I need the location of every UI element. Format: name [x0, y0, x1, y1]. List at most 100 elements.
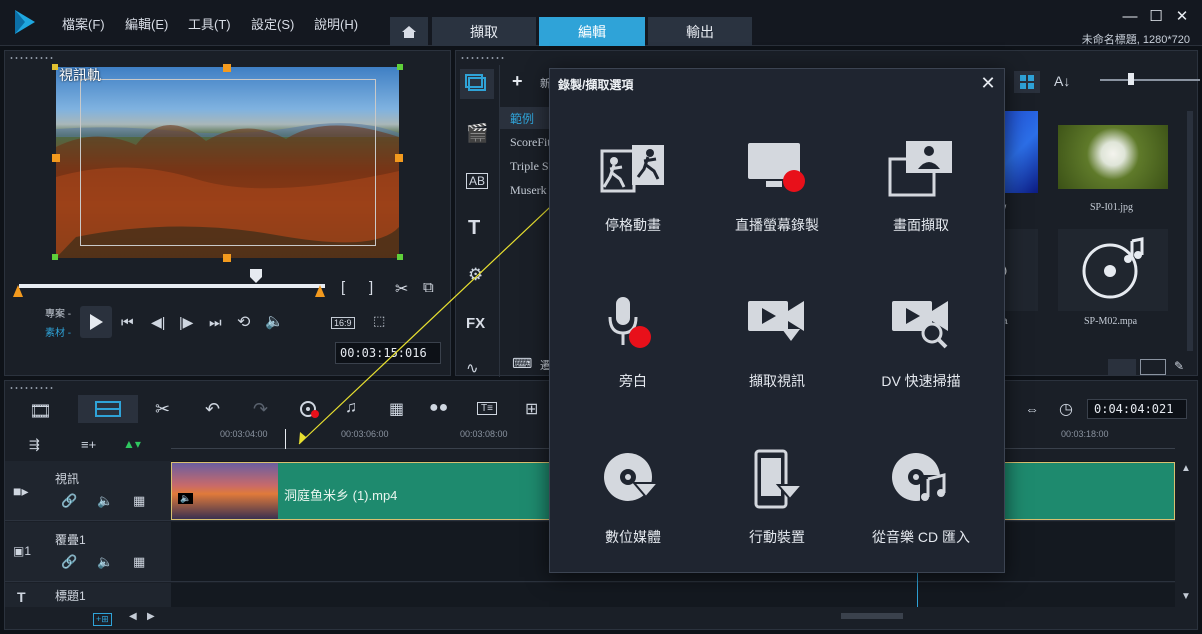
redo-icon[interactable]: ↷	[253, 399, 268, 420]
sort-icon[interactable]: A↓	[1054, 73, 1070, 89]
preview-video[interactable]	[56, 67, 399, 258]
resize-handle[interactable]	[52, 64, 58, 70]
track-manager-icon[interactable]: ⇶	[29, 437, 40, 453]
scroll-down-icon[interactable]: ▼	[1181, 591, 1191, 602]
timecode-display[interactable]: 00:03:15:016	[335, 342, 441, 364]
visibility-grid-icon[interactable]: ▦	[133, 493, 145, 509]
library-thumbnail[interactable]	[1058, 125, 1168, 189]
path-icon[interactable]: ∿	[466, 359, 479, 377]
menu-help[interactable]: 說明(H)	[314, 14, 358, 33]
storyboard-view-icon[interactable]: 🎞	[29, 401, 52, 422]
title-icon[interactable]: T	[468, 217, 480, 240]
slider-handle[interactable]	[1128, 73, 1134, 85]
tab-edit[interactable]: 編輯	[539, 17, 645, 46]
category-examples[interactable]: 範例	[510, 110, 534, 127]
graphics-icon[interactable]: ⚙	[468, 265, 483, 285]
media-library-icon[interactable]	[460, 69, 494, 99]
instant-project-icon[interactable]: 🎬	[466, 123, 488, 144]
multi-camera-icon[interactable]: ⊞	[525, 399, 538, 419]
auto-music-icon[interactable]: ▦	[389, 399, 404, 419]
go-to-start-icon[interactable]: ⏮	[121, 314, 134, 331]
repeat-icon[interactable]: ⟲	[237, 312, 250, 332]
track-volume-icon[interactable]: 🔈	[97, 493, 113, 509]
option-digital-media[interactable]: 數位媒體	[558, 437, 708, 557]
mark-out-marker[interactable]	[315, 285, 325, 297]
dialog-close-button[interactable]: ✕	[978, 73, 998, 93]
category-item[interactable]: Triple S	[510, 159, 549, 174]
maximize-button[interactable]: ☐	[1147, 8, 1165, 26]
menu-file[interactable]: 檔案(F)	[62, 14, 105, 33]
duration-clock-icon[interactable]: ◷	[1059, 399, 1073, 419]
option-voice-over[interactable]: 旁白	[558, 281, 708, 401]
resize-handle[interactable]	[52, 154, 60, 162]
filter-icon[interactable]: FX	[466, 315, 485, 332]
category-item[interactable]: ScoreFit	[510, 135, 551, 150]
playhead-marker[interactable]	[250, 269, 262, 283]
option-import-audio-cd[interactable]: 從音樂 CD 匯入	[846, 437, 996, 557]
grid-view-button[interactable]	[1014, 71, 1040, 93]
scrub-bar[interactable]	[19, 284, 325, 288]
tab-capture[interactable]: 擷取	[432, 17, 536, 46]
mark-out-button[interactable]: ]	[369, 279, 373, 296]
option-stop-motion[interactable]: 停格動畫	[558, 125, 708, 245]
scissors-icon[interactable]: ✂	[395, 279, 408, 299]
transition-icon[interactable]: AB	[466, 173, 489, 189]
undo-icon[interactable]: ↶	[205, 399, 220, 420]
close-window-button[interactable]: ✕	[1173, 8, 1191, 26]
resize-handle[interactable]	[223, 254, 231, 262]
resize-handle[interactable]	[395, 154, 403, 162]
tab-home[interactable]	[390, 17, 428, 46]
menu-tools[interactable]: 工具(T)	[188, 14, 231, 33]
tools-icon[interactable]: ✂	[155, 399, 170, 420]
timeline-playhead[interactable]	[285, 429, 286, 449]
link-icon[interactable]: 🔗	[61, 554, 77, 570]
option-snapshot[interactable]: 畫面擷取	[846, 125, 996, 245]
add-chapter-icon[interactable]: ≡+	[81, 437, 96, 452]
browse-icon[interactable]: ⌨	[512, 355, 532, 372]
mode-project[interactable]: 專案 -	[45, 305, 71, 320]
resize-handle[interactable]	[223, 64, 231, 72]
track-volume-icon[interactable]: 🔈	[97, 554, 113, 570]
visibility-grid-icon[interactable]: ▦	[133, 554, 145, 570]
menu-settings[interactable]: 設定(S)	[251, 14, 294, 33]
option-live-screen-capture[interactable]: 直播螢幕錄製	[702, 125, 852, 245]
show-options-button[interactable]	[1140, 359, 1166, 375]
record-capture-button[interactable]	[299, 399, 321, 421]
add-button[interactable]: +	[512, 71, 523, 92]
resize-handle[interactable]	[52, 254, 58, 260]
link-icon[interactable]: 🔗	[61, 493, 77, 509]
title-track-lane[interactable]	[171, 583, 1175, 607]
timeline-vertical-scrollbar[interactable]	[1177, 461, 1193, 607]
edit-icon[interactable]: ✎	[1174, 359, 1184, 373]
mark-in-marker[interactable]	[13, 285, 23, 297]
aspect-ratio-button[interactable]: 16:9	[331, 317, 355, 329]
previous-frame-icon[interactable]: ◀|	[151, 314, 165, 331]
menu-edit[interactable]: 編輯(E)	[125, 14, 168, 33]
fit-project-icon[interactable]: ⇔	[1025, 401, 1039, 417]
option-capture-video[interactable]: 擷取視訊	[702, 281, 852, 401]
subtitle-editor-icon[interactable]: T≡	[477, 402, 497, 415]
resize-handle[interactable]	[397, 64, 403, 70]
minimize-button[interactable]: —	[1121, 8, 1139, 26]
thumbnail-size-slider[interactable]	[1100, 79, 1200, 81]
scroll-right-icon[interactable]: ▶	[147, 611, 155, 622]
category-item[interactable]: Muserk	[510, 183, 547, 198]
copy-frame-icon[interactable]: ⧉	[423, 279, 434, 296]
volume-icon[interactable]: 🔈	[265, 312, 284, 330]
go-to-end-icon[interactable]: ⏭	[209, 314, 222, 331]
add-track-button[interactable]: +⊞	[93, 613, 112, 626]
selection-mode-icon[interactable]: ⬚	[373, 313, 385, 329]
scroll-up-icon[interactable]: ▲	[1181, 463, 1191, 474]
scroll-left-icon[interactable]: ◀	[129, 611, 137, 622]
motion-tracking-icon[interactable]: ●●	[429, 399, 448, 417]
library-thumbnail[interactable]	[1058, 229, 1168, 311]
library-scrollbar[interactable]	[1187, 111, 1193, 351]
option-dv-quick-scan[interactable]: DV 快速掃描	[846, 281, 996, 401]
mode-clip[interactable]: 素材 -	[45, 324, 71, 339]
mark-in-button[interactable]: [	[341, 279, 345, 296]
timeline-horizontal-scrollbar[interactable]	[841, 613, 903, 619]
enable-ripple-icon[interactable]: ▲▾	[123, 437, 141, 451]
option-mobile-device[interactable]: 行動裝置	[702, 437, 852, 557]
sound-mixer-icon[interactable]: ♫	[345, 399, 357, 417]
resize-handle[interactable]	[397, 254, 403, 260]
